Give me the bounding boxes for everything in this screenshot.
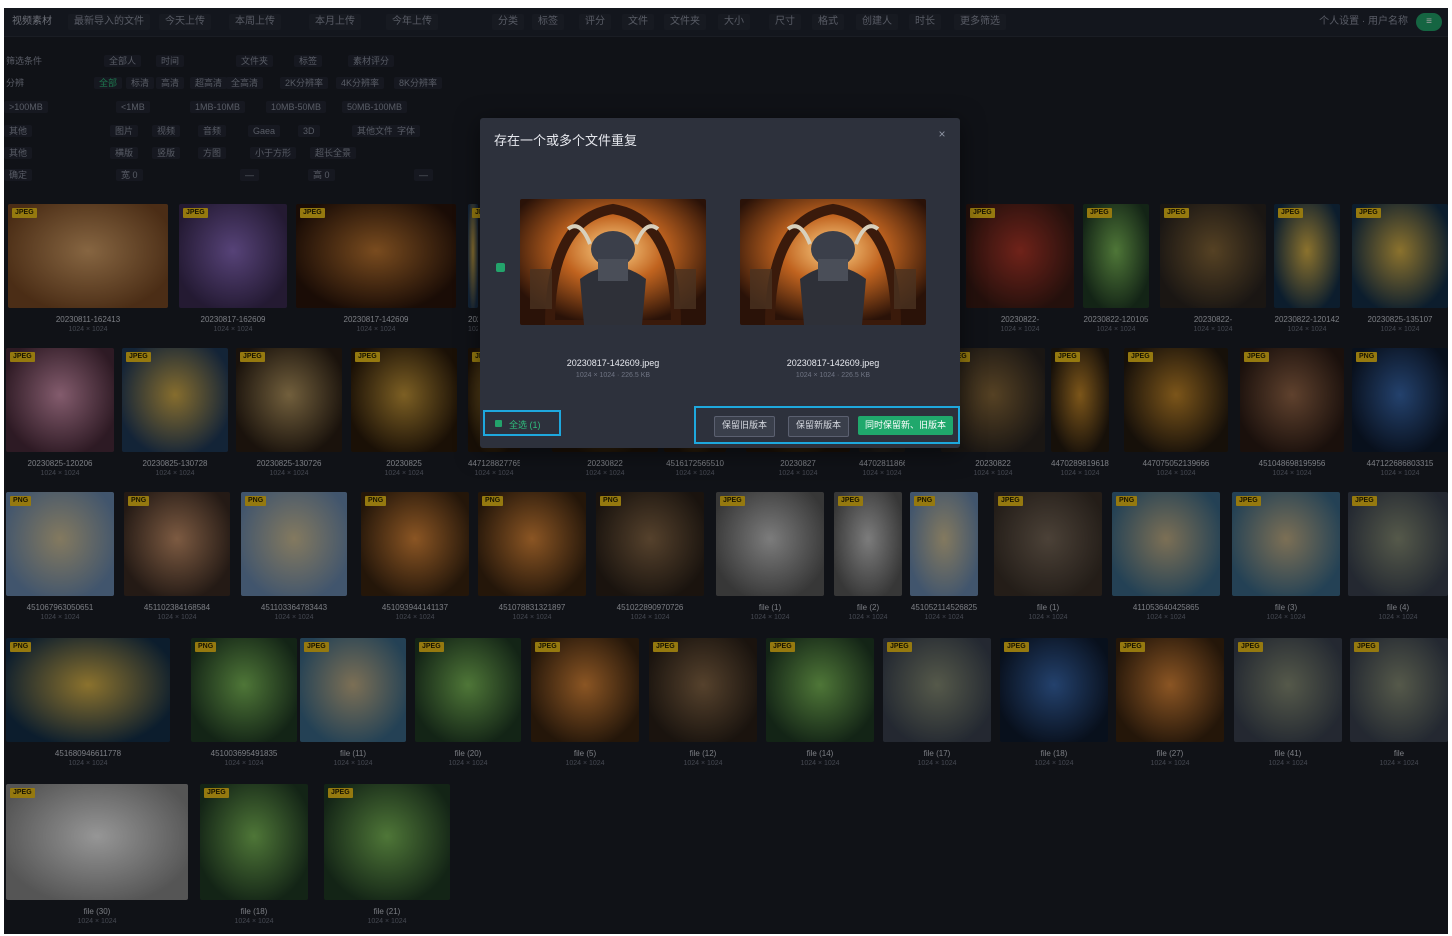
- app-window: 视频素材 最新导入的文件 今天上传 本周上传 本月上传 今年上传 分类 标签 评…: [4, 8, 1448, 934]
- select-all-label: 全选 (1): [509, 420, 541, 430]
- keep-new-version-button[interactable]: 保留新版本: [788, 416, 850, 437]
- close-icon[interactable]: ×: [934, 126, 950, 142]
- select-all-checkbox[interactable]: 全选 (1): [483, 410, 561, 436]
- keep-old-version-button[interactable]: 保留旧版本: [714, 416, 776, 437]
- duplicate-file-dialog: 存在一个或多个文件重复 × 20230817-142609.jpeg 1024 …: [480, 118, 960, 448]
- resolution-button-group: 保留旧版本 保留新版本 同时保留新、旧版本: [694, 406, 960, 444]
- existing-file-name: 20230817-142609.jpeg: [566, 358, 660, 368]
- new-file-name: 20230817-142609.jpeg: [786, 358, 880, 368]
- duplicate-item-checkbox[interactable]: [496, 263, 505, 272]
- existing-file-meta: 1024 × 1024 · 226.5 KB: [575, 372, 651, 379]
- checkbox-icon: [495, 420, 502, 427]
- existing-file-preview: [520, 199, 706, 325]
- new-file-meta: 1024 × 1024 · 226.5 KB: [795, 372, 871, 379]
- new-file-preview: [740, 199, 926, 325]
- dialog-title: 存在一个或多个文件重复: [494, 133, 638, 148]
- keep-both-versions-button[interactable]: 同时保留新、旧版本: [858, 416, 954, 435]
